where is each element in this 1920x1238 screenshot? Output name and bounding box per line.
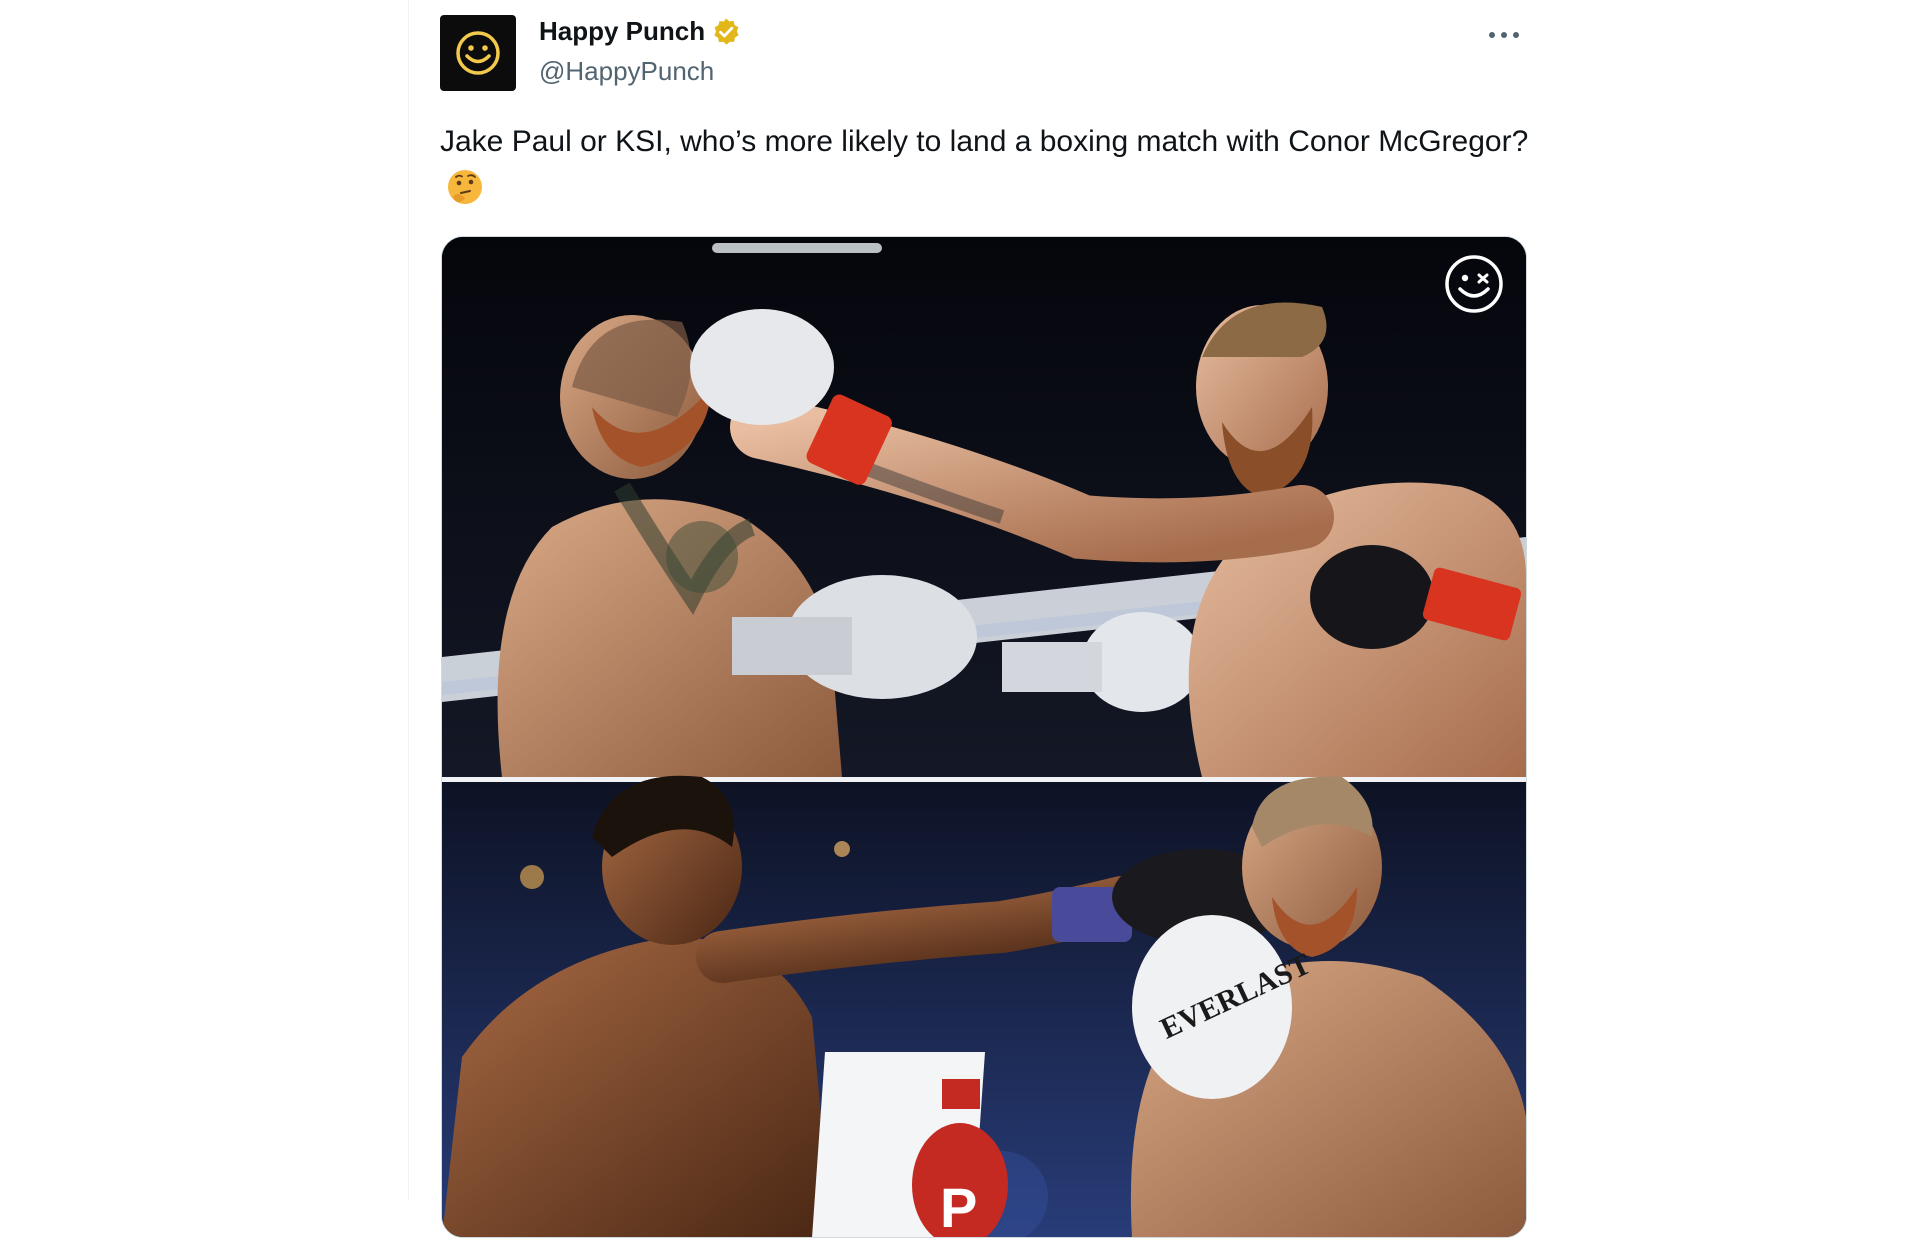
winking-smiley-icon	[1445, 255, 1503, 313]
tweet[interactable]: Happy Punch @HappyPunch Jake Paul or KSI…	[409, 0, 1559, 1238]
boxing-collage-photo: EVERLAST P	[442, 237, 1526, 1237]
display-name[interactable]: Happy Punch	[539, 16, 705, 47]
avatar[interactable]	[440, 15, 516, 91]
more-options-icon	[1489, 32, 1519, 38]
author-name-row[interactable]: Happy Punch	[539, 16, 741, 47]
verified-badge-icon[interactable]	[711, 17, 741, 47]
more-options-button[interactable]	[1479, 20, 1529, 50]
tweet-text-content: Jake Paul or KSI, who’s more likely to l…	[440, 125, 1529, 158]
thinking-face-icon	[448, 170, 482, 204]
author-handle[interactable]: @HappyPunch	[539, 56, 714, 87]
bottle-label-text: P	[940, 1176, 977, 1237]
tweet-media-image[interactable]: EVERLAST P	[441, 236, 1527, 1238]
tweet-text: Jake Paul or KSI, who’s more likely to l…	[440, 118, 1530, 212]
smiley-face-icon	[456, 31, 500, 75]
